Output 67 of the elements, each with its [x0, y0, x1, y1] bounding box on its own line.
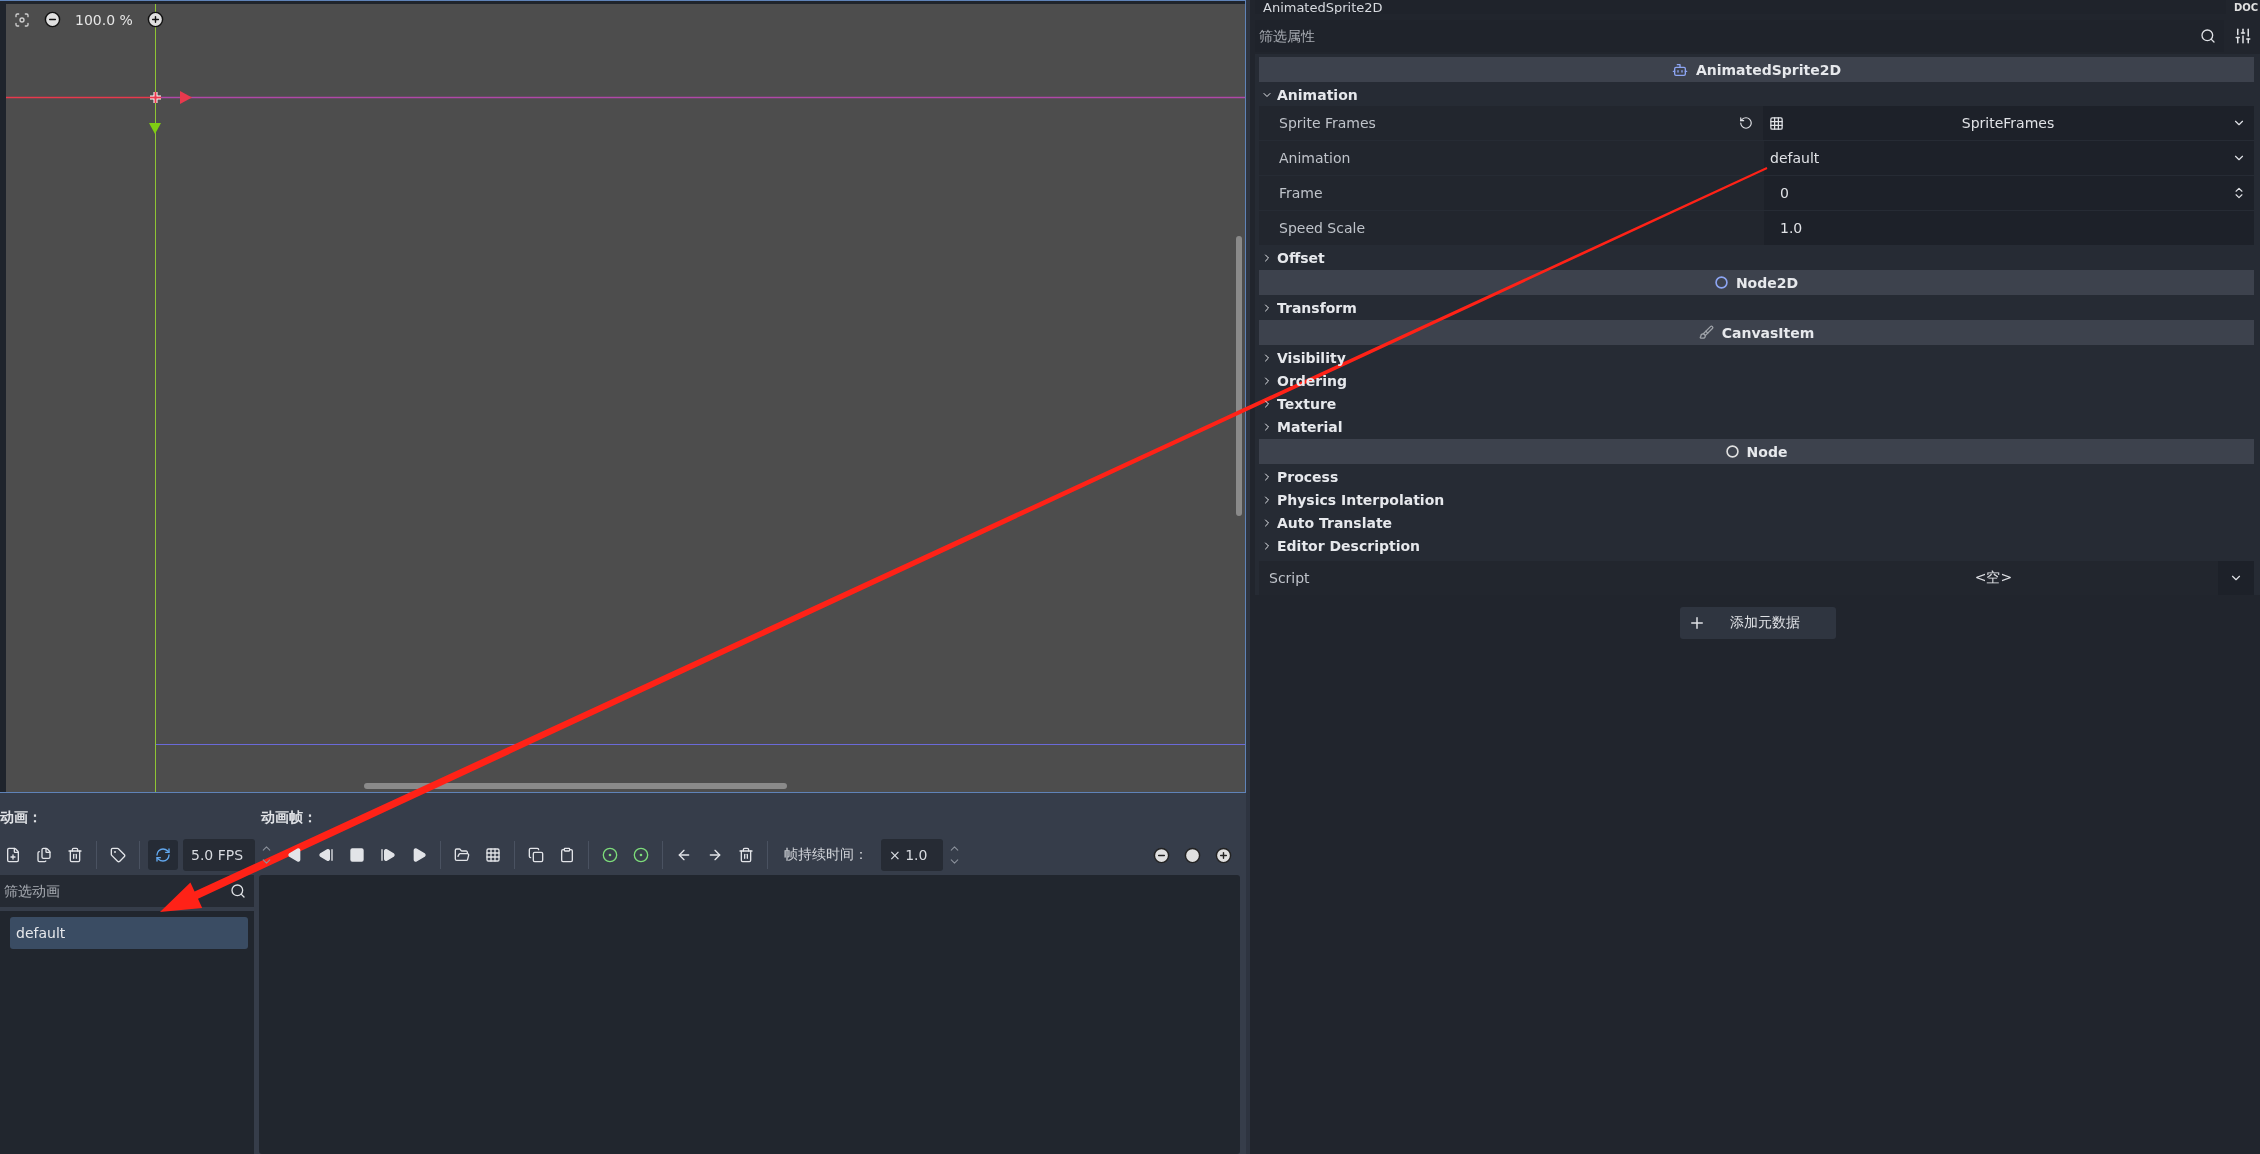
script-field[interactable]: Script <空>: [1259, 561, 2218, 595]
grid-icon: [485, 847, 501, 863]
duration-label: 帧持续时间：: [783, 846, 869, 864]
trash-icon: [67, 847, 83, 863]
circle-icon: [1183, 846, 1201, 864]
file-plus-icon: [5, 847, 21, 863]
duration-field[interactable]: × 1.0: [881, 839, 943, 871]
section-header[interactable]: Process: [1259, 465, 2254, 488]
section-header[interactable]: Auto Translate: [1259, 511, 2254, 534]
horizontal-scrollbar[interactable]: [364, 783, 787, 789]
property-label: Sprite Frames: [1279, 115, 1376, 131]
loop-button[interactable]: [148, 840, 178, 870]
robot-icon: [1671, 61, 1688, 78]
frames-title: 动画帧：: [261, 809, 317, 827]
play-backwards-icon: [287, 847, 303, 863]
files-icon: [36, 847, 52, 863]
clipboard-icon: [559, 847, 575, 863]
add-metadata-button[interactable]: 添加元数据: [1679, 607, 1836, 639]
center-view-icon[interactable]: [14, 11, 30, 28]
stop-icon: [349, 847, 365, 863]
zoom-level[interactable]: 100.0 %: [75, 11, 133, 28]
loop-icon: [155, 847, 171, 863]
grid-icon: [1769, 115, 1784, 131]
zoom-in-icon[interactable]: [146, 11, 164, 28]
class-title: CanvasItem: [1721, 324, 1815, 341]
class-title: AnimatedSprite2D: [1695, 61, 1842, 78]
number-field[interactable]: 1.0: [1764, 211, 2254, 245]
play-icon: [411, 847, 427, 863]
copy-icon: [528, 847, 544, 863]
trash-icon: [738, 847, 754, 863]
animations-title: 动画：: [0, 809, 43, 827]
arrow-right-icon: [707, 847, 723, 863]
step-back-icon: [318, 847, 334, 863]
section-header[interactable]: Transform: [1259, 296, 2254, 319]
fps-field[interactable]: 5.0 FPS: [183, 839, 255, 871]
step-forward-icon: [380, 847, 396, 863]
vertical-scrollbar[interactable]: [1236, 236, 1242, 516]
folder-icon: [454, 847, 470, 863]
zoom-out-icon[interactable]: [44, 11, 61, 28]
brush-icon: [1698, 325, 1714, 340]
circle-icon: [1725, 445, 1739, 458]
class-title: Node2D: [1735, 274, 1799, 291]
section-header[interactable]: Editor Description: [1259, 534, 2254, 557]
spin-field[interactable]: 0: [1764, 176, 2254, 210]
property-label: Speed Scale: [1279, 220, 1365, 236]
resource-field[interactable]: SpriteFrames: [1763, 106, 2254, 140]
property-label: Frame: [1279, 185, 1323, 201]
section-header[interactable]: Physics Interpolation: [1259, 488, 2254, 511]
search-icon: [230, 883, 246, 899]
section-header[interactable]: Material: [1259, 415, 2254, 438]
property-label: Animation: [1279, 150, 1351, 166]
search-icon: [2200, 28, 2216, 44]
revert-icon[interactable]: [1739, 116, 1753, 130]
animation-item[interactable]: default: [10, 917, 248, 949]
doc-label[interactable]: DOC: [2232, 1, 2260, 13]
section-header[interactable]: Texture: [1259, 392, 2254, 415]
section-header[interactable]: Visibility: [1259, 346, 2254, 369]
tag-icon: [110, 847, 126, 863]
sliders-icon[interactable]: [2234, 27, 2252, 45]
zoom-out-icon: [1152, 846, 1170, 864]
class-title: Node: [1746, 443, 1788, 460]
section-header[interactable]: Animation: [1259, 83, 2254, 106]
dropdown-field[interactable]: default: [1764, 141, 2254, 175]
section-header[interactable]: Offset: [1259, 246, 2254, 269]
zoom-in-icon: [1214, 846, 1232, 864]
circle-icon: [1714, 276, 1728, 289]
origin-gizmo-drawing[interactable]: [148, 90, 192, 134]
